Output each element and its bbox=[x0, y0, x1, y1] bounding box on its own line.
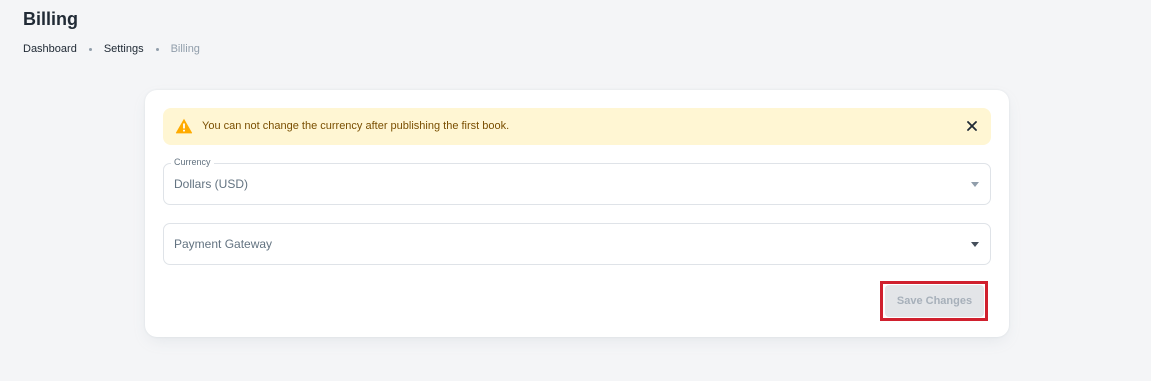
currency-label: Currency bbox=[171, 157, 214, 167]
billing-page: Billing Dashboard Settings Billing You c… bbox=[0, 0, 1151, 381]
breadcrumb-separator bbox=[88, 47, 92, 51]
close-icon[interactable] bbox=[963, 117, 981, 135]
breadcrumb-separator bbox=[155, 47, 159, 51]
caret-down-icon bbox=[971, 242, 979, 247]
caret-down-icon bbox=[971, 182, 979, 187]
breadcrumb-settings[interactable]: Settings bbox=[104, 43, 144, 55]
currency-value: Dollars (USD) bbox=[174, 177, 249, 191]
currency-select[interactable]: Currency Dollars (USD) bbox=[163, 157, 991, 205]
payment-gateway-placeholder: Payment Gateway bbox=[174, 237, 273, 251]
breadcrumb-dashboard[interactable]: Dashboard bbox=[23, 43, 77, 55]
payment-gateway-select[interactable]: Payment Gateway bbox=[163, 223, 991, 265]
breadcrumb: Dashboard Settings Billing bbox=[23, 43, 200, 55]
alert-message: You can not change the currency after pu… bbox=[202, 120, 510, 132]
billing-card: You can not change the currency after pu… bbox=[145, 90, 1009, 337]
page-title: Billing bbox=[23, 9, 78, 29]
currency-warning-alert: You can not change the currency after pu… bbox=[163, 108, 991, 145]
save-changes-button[interactable]: Save Changes bbox=[885, 285, 984, 317]
warning-icon bbox=[175, 117, 193, 135]
breadcrumb-billing: Billing bbox=[170, 43, 200, 55]
